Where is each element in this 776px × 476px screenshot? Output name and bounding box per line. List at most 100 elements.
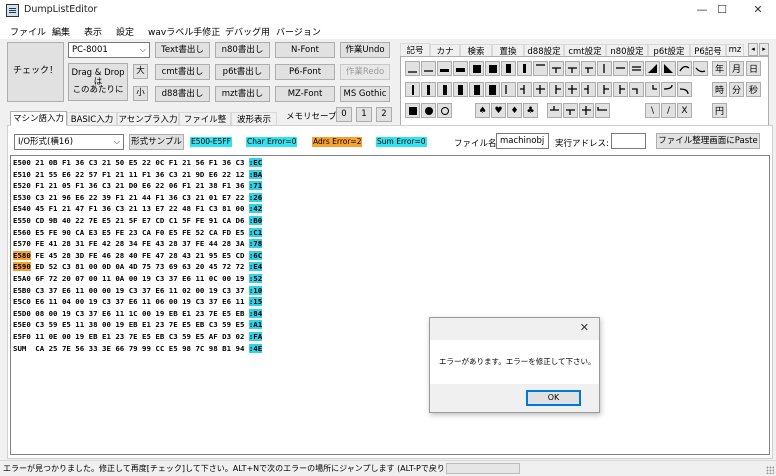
redo-button[interactable]: 作業Redo bbox=[340, 64, 390, 80]
resize-grip-icon[interactable] bbox=[766, 466, 774, 474]
graphic-char-button[interactable] bbox=[485, 61, 500, 76]
dump-line[interactable]: E580 FE 45 28 3D FE 46 28 40 FE 47 28 43… bbox=[13, 250, 263, 262]
exec-address-input[interactable] bbox=[611, 133, 646, 149]
dump-line[interactable]: E540 45 F1 21 47 F1 36 C3 21 13 E7 22 48… bbox=[13, 203, 263, 215]
graphic-char-button[interactable] bbox=[597, 61, 612, 76]
dump-line[interactable]: E510 21 55 E6 22 57 F1 21 11 F1 36 C3 21… bbox=[13, 169, 263, 181]
circle-filled-icon[interactable] bbox=[421, 103, 436, 118]
dump-line[interactable]: E570 FE 41 28 31 FE 42 28 34 FE 43 28 37… bbox=[13, 238, 263, 250]
diamond-icon[interactable]: ♦ bbox=[507, 103, 522, 118]
dump-line[interactable]: E5C0 E6 11 04 00 19 C3 37 E6 11 06 00 19… bbox=[13, 296, 263, 308]
char-second-button[interactable]: 秒 bbox=[746, 82, 761, 97]
graphic-char-button[interactable] bbox=[629, 82, 644, 97]
graphic-char-button[interactable] bbox=[501, 61, 516, 76]
graphic-char-button[interactable] bbox=[597, 82, 612, 97]
graphic-char-button[interactable] bbox=[629, 61, 644, 76]
menu-wav-label[interactable]: wavラベル手修正 bbox=[148, 25, 220, 38]
graphic-char-button[interactable] bbox=[661, 61, 676, 76]
text-export-button[interactable]: Text書出し bbox=[155, 42, 210, 58]
graphic-char-button[interactable] bbox=[533, 82, 548, 97]
tab-symbols[interactable]: 記号 bbox=[400, 43, 430, 57]
size-big-button[interactable]: 大 bbox=[133, 64, 148, 79]
heart-icon[interactable]: ♥ bbox=[491, 103, 506, 118]
filename-input[interactable]: machinobj bbox=[496, 133, 549, 149]
memory-slot-2-button[interactable]: 2 bbox=[376, 107, 392, 122]
graphic-char-button[interactable] bbox=[579, 103, 594, 118]
dump-line[interactable]: E550 CD 9B 40 22 7E E5 21 5F E7 CD C1 5F… bbox=[13, 215, 263, 227]
format-select[interactable]: I/O形式(横16) ⌵ bbox=[14, 134, 124, 150]
dump-line[interactable]: E590 ED 52 C3 81 00 0D 0A 4D 75 73 69 63… bbox=[13, 261, 263, 273]
tab-scroll-right-button[interactable]: ▸ bbox=[759, 43, 769, 56]
tab-basic[interactable]: BASIC入力 bbox=[67, 112, 117, 126]
dump-line[interactable]: E530 C3 21 96 E6 22 39 F1 21 44 F1 36 C3… bbox=[13, 192, 263, 204]
ok-button[interactable]: OK bbox=[526, 390, 581, 406]
tab-machine-code[interactable]: マシン語入力 bbox=[10, 111, 67, 126]
ms-gothic-button[interactable]: MS Gothic bbox=[340, 86, 390, 102]
undo-button[interactable]: 作業Undo bbox=[340, 42, 390, 58]
machine-select[interactable]: PC-8001 ⌵ bbox=[68, 42, 150, 58]
dump-line[interactable]: E500 21 0B F1 36 C3 21 50 E5 22 0C F1 21… bbox=[13, 157, 263, 169]
tab-scroll-left-button[interactable]: ◂ bbox=[748, 43, 758, 56]
graphic-char-button[interactable] bbox=[613, 61, 628, 76]
graphic-char-button[interactable] bbox=[517, 61, 532, 76]
dump-line[interactable]: SUM CA 25 7E 56 33 3E 66 79 99 CC E5 98 … bbox=[13, 343, 263, 355]
graphic-char-button[interactable] bbox=[405, 61, 420, 76]
graphic-char-button[interactable] bbox=[549, 61, 564, 76]
square-filled-icon[interactable] bbox=[405, 103, 420, 118]
graphic-char-button[interactable] bbox=[613, 82, 628, 97]
p6-font-button[interactable]: P6-Font bbox=[275, 64, 335, 80]
memory-slot-1-button[interactable]: 1 bbox=[356, 107, 372, 122]
graphic-char-button[interactable] bbox=[421, 61, 436, 76]
char-month-button[interactable]: 月 bbox=[729, 61, 744, 76]
graphic-char-button[interactable] bbox=[661, 82, 676, 97]
club-icon[interactable]: ♣ bbox=[523, 103, 538, 118]
dump-line[interactable]: E560 E5 FE 90 CA E3 E5 FE 23 CA F0 E5 FE… bbox=[13, 227, 263, 239]
char-backslash-button[interactable]: \ bbox=[645, 103, 660, 118]
graphic-char-button[interactable] bbox=[565, 82, 580, 97]
close-button[interactable]: ✕ bbox=[736, 0, 776, 22]
dump-line[interactable]: E5D0 08 00 19 C3 37 E6 11 1C 00 19 EB E1… bbox=[13, 308, 263, 320]
tab-assembler[interactable]: アセンブラ入力 bbox=[117, 112, 179, 126]
spade-icon[interactable]: ♠ bbox=[475, 103, 490, 118]
graphic-char-button[interactable] bbox=[549, 82, 564, 97]
dump-line[interactable]: E5F0 11 0E 00 19 EB E1 23 7E E5 EB C3 59… bbox=[13, 331, 263, 343]
graphic-char-button[interactable] bbox=[595, 103, 610, 118]
circle-outline-icon[interactable] bbox=[437, 103, 452, 118]
dump-line[interactable]: E5B0 C3 37 E6 11 00 00 19 C3 37 E6 11 02… bbox=[13, 285, 263, 297]
drag-drop-area[interactable]: Drag & Drop は このあたりに bbox=[68, 63, 128, 101]
p6t-export-button[interactable]: p6t書出し bbox=[215, 64, 270, 80]
char-yen-button[interactable]: 円 bbox=[712, 103, 727, 118]
n80-export-button[interactable]: n80書出し bbox=[215, 42, 270, 58]
mzt-export-button[interactable]: mzt書出し bbox=[215, 86, 270, 102]
char-minute-button[interactable]: 分 bbox=[729, 82, 744, 97]
menu-file[interactable]: ファイル bbox=[10, 25, 46, 38]
d88-export-button[interactable]: d88書出し bbox=[155, 86, 210, 102]
char-slash-button[interactable]: / bbox=[661, 103, 676, 118]
graphic-char-button[interactable] bbox=[645, 61, 660, 76]
dump-line[interactable]: E5A0 6F 72 20 07 00 11 0A 00 19 C3 37 E6… bbox=[13, 273, 263, 285]
graphic-char-button[interactable] bbox=[533, 61, 548, 76]
menu-edit[interactable]: 編集 bbox=[52, 25, 70, 38]
tab-waveform[interactable]: 波形表示 bbox=[231, 112, 277, 126]
graphic-char-button[interactable] bbox=[485, 82, 500, 97]
menu-debug[interactable]: デバッグ用 bbox=[225, 25, 270, 38]
graphic-char-button[interactable] bbox=[421, 82, 436, 97]
menu-version[interactable]: バージョン bbox=[276, 25, 321, 38]
graphic-char-button[interactable] bbox=[581, 82, 596, 97]
memory-slot-0-button[interactable]: 0 bbox=[336, 107, 352, 122]
graphic-char-button[interactable] bbox=[437, 82, 452, 97]
menu-view[interactable]: 表示 bbox=[84, 25, 102, 38]
char-hour-button[interactable]: 時 bbox=[712, 82, 727, 97]
char-day-button[interactable]: 日 bbox=[746, 61, 761, 76]
graphic-char-button[interactable] bbox=[453, 82, 468, 97]
graphic-char-button[interactable] bbox=[693, 61, 708, 76]
tab-file-organize[interactable]: ファイル整理 bbox=[179, 112, 231, 137]
graphic-char-button[interactable] bbox=[547, 103, 562, 118]
check-button[interactable]: チェック！ bbox=[7, 42, 64, 102]
close-icon[interactable]: ✕ bbox=[580, 321, 589, 334]
graphic-char-button[interactable] bbox=[501, 82, 516, 97]
graphic-char-button[interactable] bbox=[469, 61, 484, 76]
char-x-button[interactable]: X bbox=[677, 103, 692, 118]
char-year-button[interactable]: 年 bbox=[712, 61, 727, 76]
n-font-button[interactable]: N-Font bbox=[275, 42, 335, 58]
